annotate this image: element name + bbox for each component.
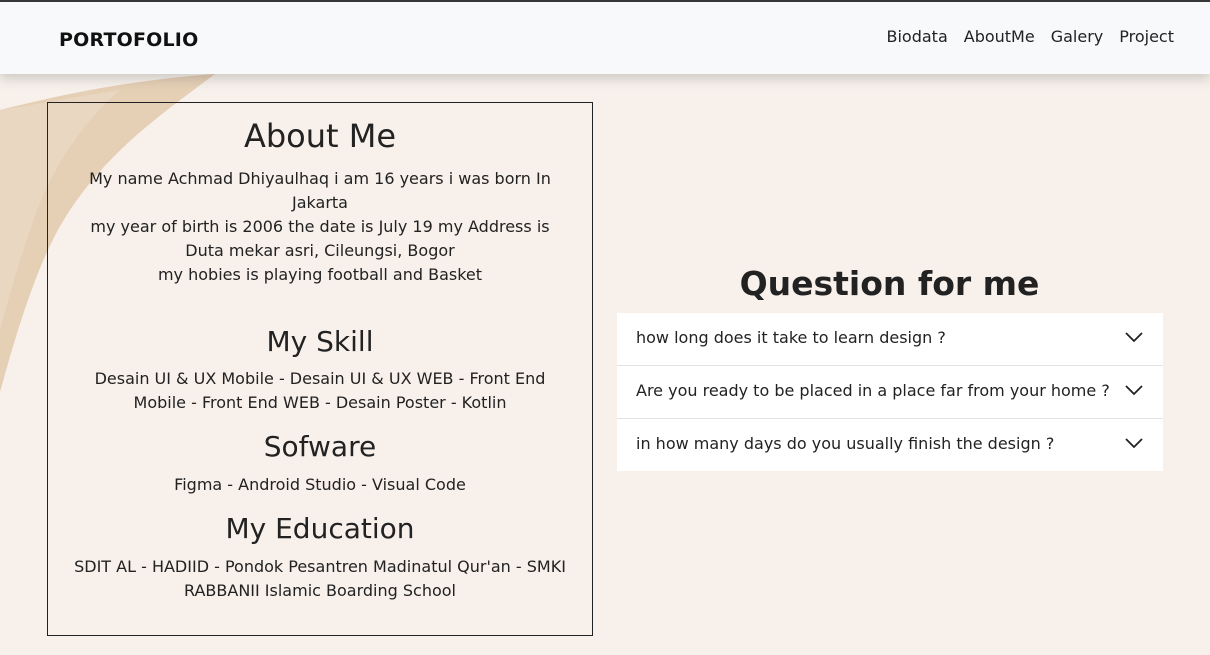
- faq-item[interactable]: how long does it take to learn design ?: [617, 313, 1163, 366]
- brand-logo[interactable]: PORTOFOLIO: [59, 29, 198, 51]
- faq-item[interactable]: in how many days do you usually finish t…: [617, 419, 1163, 471]
- faq-title: Question for me: [739, 264, 1040, 303]
- chevron-down-icon[interactable]: [1125, 331, 1143, 343]
- about-card: About Me My name Achmad Dhiyaulhaq i am …: [47, 102, 593, 636]
- faq-question: in how many days do you usually finish t…: [636, 434, 1055, 453]
- chevron-down-icon[interactable]: [1125, 437, 1143, 449]
- about-line-name: My name Achmad Dhiyaulhaq i am 16 years …: [89, 169, 551, 212]
- about-line-hobbies: my hobies is playing football and Basket: [157, 265, 483, 284]
- about-description: My name Achmad Dhiyaulhaq i am 16 years …: [72, 167, 568, 287]
- chevron-down-icon[interactable]: [1125, 384, 1143, 396]
- navbar: PORTOFOLIO Biodata AboutMe Galery Projec…: [0, 2, 1210, 74]
- software-title: Sofware: [263, 430, 377, 463]
- software-text: Figma - Android Studio - Visual Code: [174, 475, 466, 494]
- about-line-birth: my year of birth is 2006 the date is Jul…: [90, 217, 550, 260]
- about-title: About Me: [243, 117, 397, 155]
- nav-links: Biodata AboutMe Galery Project: [887, 27, 1175, 46]
- skill-text: Desain UI & UX Mobile - Desain UI & UX W…: [94, 369, 546, 412]
- nav-link-galery[interactable]: Galery: [1051, 27, 1104, 46]
- nav-link-aboutme[interactable]: AboutMe: [964, 27, 1035, 46]
- skill-title: My Skill: [266, 325, 374, 358]
- education-text: SDIT AL - HADIID - Pondok Pesantren Madi…: [74, 557, 566, 600]
- nav-link-biodata[interactable]: Biodata: [887, 27, 948, 46]
- nav-link-project[interactable]: Project: [1119, 27, 1174, 46]
- faq-question: Are you ready to be placed in a place fa…: [636, 381, 1110, 400]
- faq-item[interactable]: Are you ready to be placed in a place fa…: [617, 366, 1163, 419]
- education-title: My Education: [225, 512, 415, 545]
- faq-accordion: how long does it take to learn design ? …: [617, 313, 1163, 471]
- faq-question: how long does it take to learn design ?: [636, 328, 946, 347]
